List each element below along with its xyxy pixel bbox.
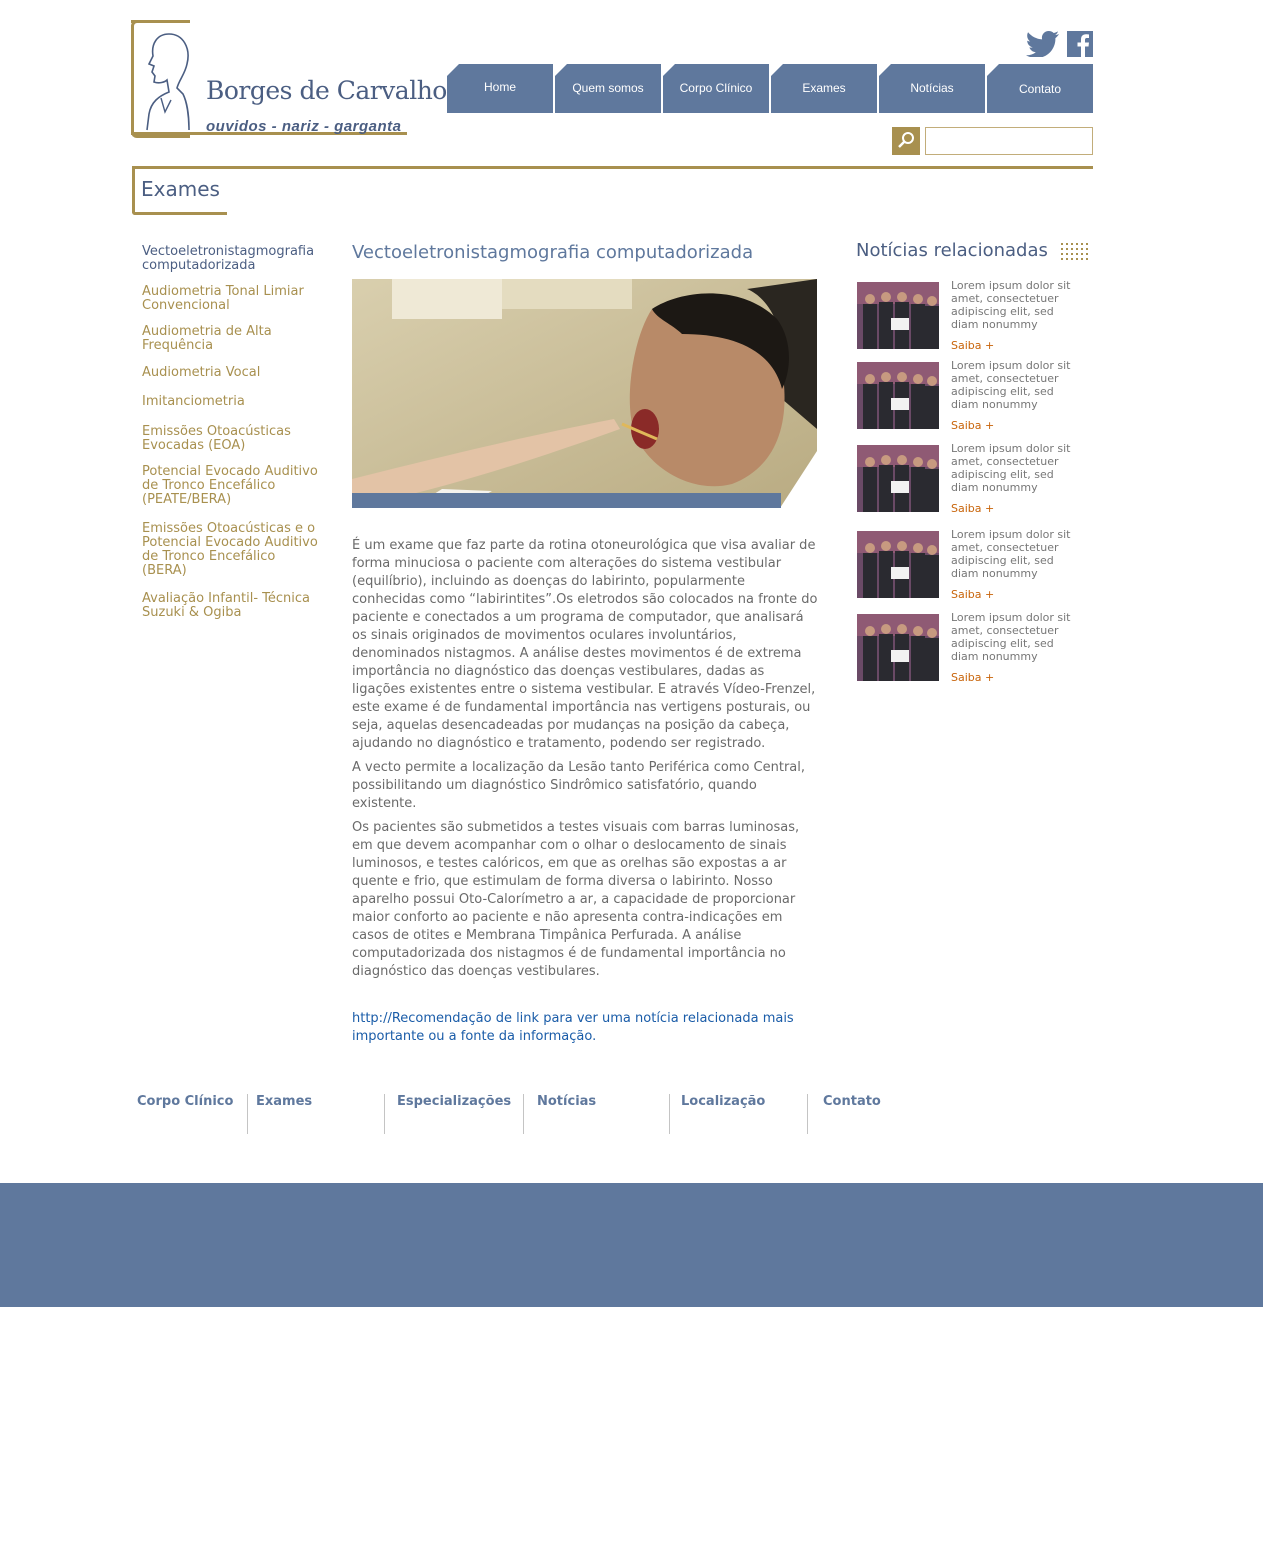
nav-corpo-clinico[interactable]: Corpo Clínico (663, 64, 769, 113)
footer-link-exames[interactable]: Exames (256, 1094, 312, 1109)
news-thumbnail[interactable] (857, 362, 939, 429)
news-excerpt: Lorem ipsum dolor sit amet, consectetuer… (951, 528, 1071, 580)
logo-name: Borges de Carvalho (206, 76, 447, 105)
search-input[interactable] (925, 127, 1093, 155)
exam-photo (352, 279, 817, 508)
section-rule-left (132, 166, 135, 215)
left-menu-item-avaliacao-infantil[interactable]: Avaliação Infantil- Técnica Suzuki & Ogi… (142, 592, 322, 620)
news-read-more-link[interactable]: Saiba + (951, 419, 994, 432)
section-rule-top (132, 166, 1093, 169)
left-menu-item-audiometria-tonal[interactable]: Audiometria Tonal Limiar Convencional (142, 285, 322, 313)
left-menu-item-peate-bera[interactable]: Potencial Evocado Auditivo de Tronco Enc… (142, 465, 322, 507)
news-excerpt: Lorem ipsum dolor sit amet, consectetuer… (951, 442, 1071, 494)
related-news-title: Notícias relacionadas (856, 240, 1048, 261)
left-menu-item-vectoeletronistagmografia[interactable]: Vectoeletronistagmografia computadorizad… (142, 245, 322, 273)
news-read-more-link[interactable]: Saiba + (951, 502, 994, 515)
news-read-more-link[interactable]: Saiba + (951, 339, 994, 352)
footer-divider (807, 1094, 808, 1134)
footer-divider (669, 1094, 670, 1134)
nav-contato[interactable]: Contato (987, 64, 1093, 113)
patient-photo-illustration (352, 279, 817, 508)
twitter-icon[interactable] (1026, 31, 1059, 57)
article-paragraph-2: A vecto permite a localização da Lesão t… (352, 760, 806, 811)
logo-rule-top (131, 20, 189, 23)
magnifier-icon (898, 132, 914, 148)
section-rule-bottom (132, 212, 227, 215)
facebook-icon[interactable] (1067, 31, 1093, 57)
footer-divider (247, 1094, 248, 1134)
footer-link-contato[interactable]: Contato (823, 1094, 881, 1109)
news-excerpt: Lorem ipsum dolor sit amet, consectetuer… (951, 279, 1071, 331)
photo-caption-bar (352, 493, 781, 508)
left-menu-item-eoa[interactable]: Emissões Otoacústicas Evocadas (EOA) (142, 425, 322, 453)
logo[interactable]: Borges de Carvalho ouvidos - nariz - gar… (131, 20, 447, 140)
nav-exames[interactable]: Exames (771, 64, 877, 113)
left-menu-item-audiometria-vocal[interactable]: Audiometria Vocal (142, 366, 322, 380)
article-paragraph-1: É um exame que faz parte da rotina otone… (352, 538, 818, 751)
left-menu-item-imitanciometria[interactable]: Imitanciometria (142, 395, 322, 409)
article-paragraph-3: Os pacientes são submetidos a testes vis… (352, 820, 800, 979)
news-thumbnail[interactable] (857, 531, 939, 598)
left-menu-item-eoa-bera[interactable]: Emissões Otoacústicas e o Potencial Evoc… (142, 522, 322, 578)
dots-ornament-icon (1061, 243, 1088, 260)
nav-noticias[interactable]: Notícias (879, 64, 985, 113)
footer-link-localizacao[interactable]: Localização (681, 1094, 765, 1109)
news-thumbnail[interactable] (857, 445, 939, 512)
left-menu-item-audiometria-alta[interactable]: Audiometria de Alta Frequência (142, 325, 322, 353)
footer-divider (384, 1094, 385, 1134)
news-thumbnail[interactable] (857, 614, 939, 681)
news-read-more-link[interactable]: Saiba + (951, 671, 994, 684)
section-title: Exames (141, 177, 220, 201)
news-excerpt: Lorem ipsum dolor sit amet, consectetuer… (951, 359, 1071, 411)
nav-home[interactable]: Home (447, 64, 553, 113)
news-thumbnail[interactable] (857, 282, 939, 349)
search-button[interactable] (892, 127, 920, 155)
news-excerpt: Lorem ipsum dolor sit amet, consectetuer… (951, 611, 1071, 663)
nav-quem-somos[interactable]: Quem somos (555, 64, 661, 113)
profile-silhouette-icon (146, 33, 190, 131)
footer-link-noticias[interactable]: Notícias (537, 1094, 596, 1109)
footer-link-especializacoes[interactable]: Especializações (397, 1094, 511, 1109)
footer-divider (523, 1094, 524, 1134)
footer-link-corpo-clinico[interactable]: Corpo Clínico (137, 1094, 233, 1109)
related-source-link[interactable]: http://Recomendação de link para ver uma… (352, 1010, 818, 1046)
logo-tagline: ouvidos - nariz - garganta (206, 118, 402, 135)
article-title: Vectoeletronistagmografia computadorizad… (352, 242, 754, 263)
footer-band (0, 1183, 1263, 1307)
news-read-more-link[interactable]: Saiba + (951, 588, 994, 601)
